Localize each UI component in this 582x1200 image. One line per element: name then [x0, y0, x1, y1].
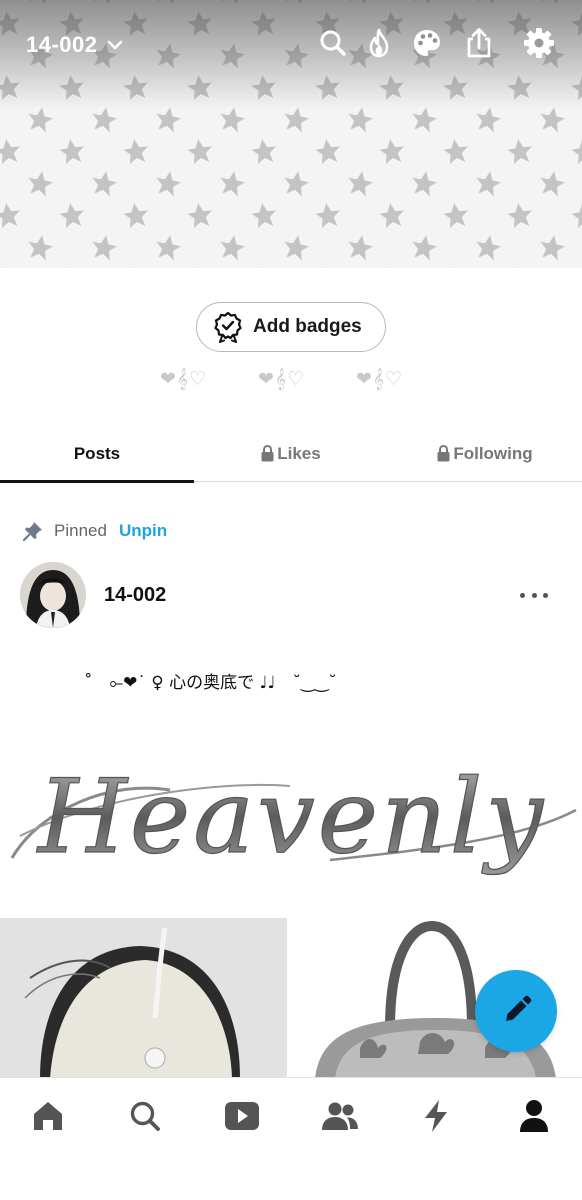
decoration-text: ❤︎𝄞♡ — [160, 369, 208, 390]
tab-label: Likes — [277, 443, 321, 463]
lock-icon — [437, 445, 450, 462]
tab-posts[interactable]: Posts — [0, 425, 194, 483]
decoration-text: ❤︎𝄞♡ — [258, 369, 306, 390]
search-icon[interactable] — [125, 1096, 165, 1136]
avatar[interactable] — [20, 562, 86, 628]
heavenly-text: Heavenly — [36, 758, 546, 877]
pencil-icon — [506, 995, 532, 1021]
decoration-text: ❤︎𝄞♡ — [356, 369, 404, 390]
lock-icon — [261, 445, 274, 462]
search-icon[interactable] — [316, 26, 350, 60]
unpin-button[interactable]: Unpin — [119, 521, 167, 541]
top-bar: 14-002 — [0, 22, 582, 70]
bottom-navigation — [0, 1077, 582, 1200]
add-badges-button[interactable]: Add badges — [196, 302, 386, 352]
share-icon[interactable] — [462, 26, 496, 60]
chevron-down-icon — [107, 40, 122, 50]
pin-icon — [22, 522, 42, 542]
compose-button[interactable] — [475, 970, 557, 1052]
tab-label: Posts — [73, 443, 121, 463]
palette-icon[interactable] — [410, 26, 444, 60]
pinned-indicator: Pinned Unpin — [22, 520, 167, 542]
lightning-icon[interactable] — [416, 1096, 456, 1136]
add-badges-label: Add badges — [253, 316, 362, 337]
profile-tabs: Posts Likes Following — [0, 425, 582, 483]
post-text: ˚ ⟜❤︎˙ ♀ 心の奥底で ♩♩ ˘‿‿˘ — [84, 673, 337, 693]
badge-icon — [214, 311, 242, 343]
video-icon[interactable] — [222, 1096, 262, 1136]
pinned-label: Pinned — [54, 521, 107, 540]
gear-icon[interactable] — [522, 26, 556, 60]
dot — [543, 592, 548, 598]
badge-decorations: ❤︎𝄞♡ ❤︎𝄞♡ ❤︎𝄞♡ — [0, 368, 582, 394]
tab-following[interactable]: Following — [388, 425, 582, 482]
flame-icon[interactable] — [362, 26, 396, 60]
profile-header: 14-002 — [0, 0, 582, 268]
post-image-left[interactable] — [0, 918, 287, 1078]
tab-label: Following — [453, 443, 533, 463]
dot — [531, 592, 537, 598]
more-options-button[interactable] — [514, 582, 554, 608]
account-icon[interactable] — [514, 1096, 554, 1136]
people-icon[interactable] — [320, 1096, 360, 1136]
heavenly-script-image: Heavenly — [10, 757, 577, 878]
blog-switcher[interactable]: 14-002 — [26, 32, 124, 58]
dot — [520, 592, 525, 598]
home-icon[interactable] — [28, 1096, 68, 1136]
tab-likes[interactable]: Likes — [194, 425, 388, 482]
blog-name: 14-002 — [26, 32, 98, 57]
post-author[interactable]: 14-002 — [104, 584, 166, 607]
